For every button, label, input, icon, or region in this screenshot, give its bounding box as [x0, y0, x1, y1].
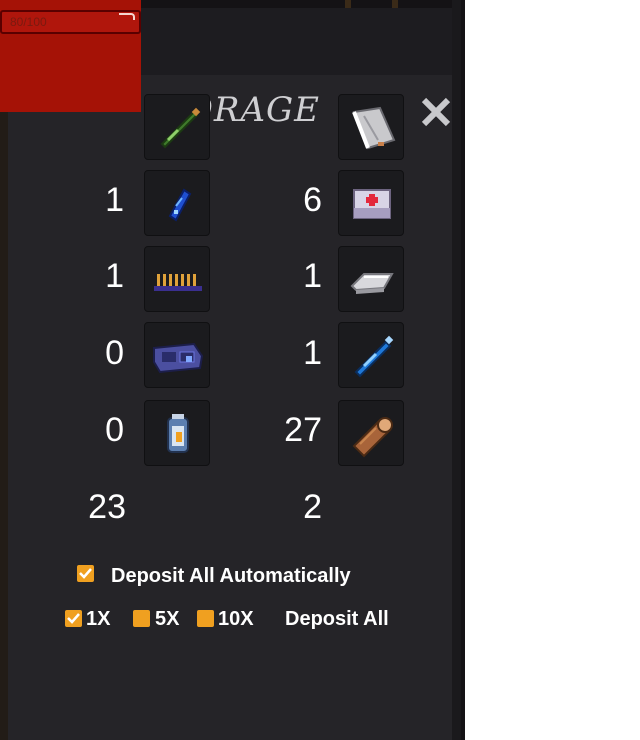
item-slot-left-1[interactable]: [144, 94, 210, 160]
checkmark-icon: [79, 568, 92, 579]
multiplier-1x-label[interactable]: 1X: [86, 607, 110, 631]
multiplier-1x-checkbox[interactable]: [65, 610, 82, 627]
checkmark-icon: [67, 613, 80, 624]
health-bar: 80/100: [0, 10, 141, 34]
item-slot-left-4[interactable]: [144, 322, 210, 388]
blue-crystal-icon: [168, 188, 192, 222]
auto-deposit-checkbox[interactable]: [77, 565, 94, 582]
battery-cell-icon: [167, 414, 189, 453]
item-slot-right-2[interactable]: [338, 170, 404, 236]
item-slot-left-3[interactable]: [144, 246, 210, 312]
item-count: 0: [105, 411, 124, 449]
item-slot-left-5[interactable]: [144, 400, 210, 466]
item-slot-left-2[interactable]: [144, 170, 210, 236]
medkit-icon: [353, 189, 391, 219]
item-slot-right-4[interactable]: [338, 322, 404, 388]
green-bottle-icon: [160, 107, 201, 149]
metal-ingot-icon: [350, 273, 394, 294]
item-count: 23: [88, 488, 126, 526]
multiplier-10x-label[interactable]: 10X: [218, 607, 254, 631]
circuit-device-icon: [153, 342, 204, 374]
item-count: 0: [105, 334, 124, 372]
item-count: 1: [105, 257, 124, 295]
health-bar-highlight: [119, 13, 135, 20]
item-count: 27: [284, 411, 322, 449]
health-text: 80/100: [10, 15, 47, 29]
item-count: 1: [303, 334, 322, 372]
item-count: 1: [105, 181, 124, 219]
item-count: 2: [303, 488, 322, 526]
multiplier-5x-checkbox[interactable]: [133, 610, 150, 627]
deposit-all-button[interactable]: Deposit All: [285, 607, 389, 631]
multiplier-5x-label[interactable]: 5X: [155, 607, 179, 631]
multiplier-10x-checkbox[interactable]: [197, 610, 214, 627]
blue-vial-icon: [354, 335, 394, 378]
spikes-strip-icon: [154, 274, 202, 291]
health-box: 80/100: [0, 0, 141, 112]
auto-deposit-label[interactable]: Deposit All Automatically: [111, 564, 351, 588]
close-icon: [421, 97, 451, 127]
item-slot-right-3[interactable]: [338, 246, 404, 312]
item-slot-right-5[interactable]: [338, 400, 404, 466]
item-count: 6: [303, 181, 322, 219]
item-slot-right-1[interactable]: [338, 94, 404, 160]
close-button[interactable]: [416, 92, 456, 132]
wood-log-icon: [352, 417, 393, 458]
panel-title: STORAGE: [196, 90, 320, 130]
paper-roll-icon: [352, 106, 396, 150]
item-count: 1: [303, 257, 322, 295]
